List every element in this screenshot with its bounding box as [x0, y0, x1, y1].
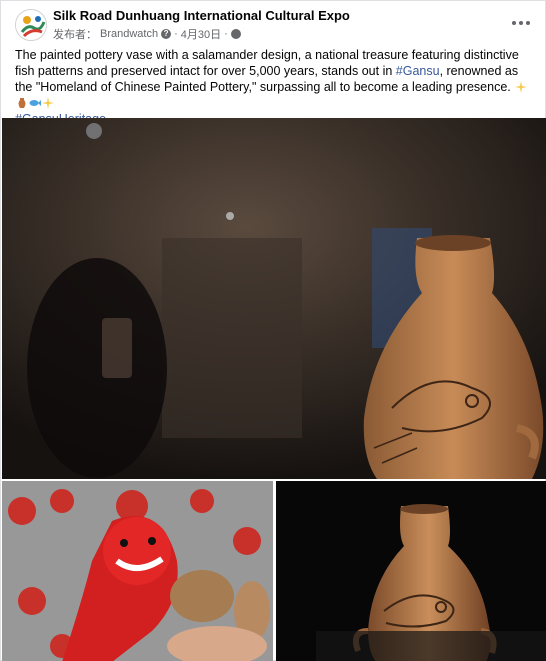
publisher-name[interactable]: Brandwatch [100, 28, 158, 40]
meta-separator: · [174, 28, 178, 40]
more-dot-icon [526, 21, 530, 25]
page-avatar[interactable] [15, 9, 47, 41]
more-options-button[interactable] [509, 13, 533, 33]
post-meta: 发布者： Brandwatch ? · 4月30日 · [53, 26, 241, 42]
more-dot-icon [519, 21, 523, 25]
pottery-vase-closeup-photo [276, 481, 546, 661]
info-icon[interactable]: ? [161, 29, 172, 39]
pottery-vase-photo [2, 118, 546, 479]
hashtag-gansu[interactable]: #Gansu [396, 64, 440, 78]
facebook-post-card: Silk Road Dunhuang International Cultura… [0, 0, 546, 661]
post-image-bottom-right[interactable] [276, 481, 546, 661]
post-date[interactable]: 4月30日 [181, 26, 221, 42]
meta-separator-2: · [224, 28, 228, 40]
red-mascot-photo [2, 481, 273, 661]
expo-logo-icon [16, 10, 46, 40]
amphora-emoji-icon [18, 98, 26, 108]
more-dot-icon [512, 21, 516, 25]
page-name-link[interactable]: Silk Road Dunhuang International Cultura… [53, 8, 350, 23]
sparkles-emoji-icon [515, 81, 528, 93]
publisher-label: 发布者： [53, 29, 97, 41]
globe-icon [230, 29, 241, 39]
sparkles-emoji-icon [42, 97, 54, 109]
post-body-text: The painted pottery vase with a salamand… [15, 47, 535, 127]
fish-emoji-icon [29, 100, 41, 106]
post-image-bottom-left[interactable] [2, 481, 273, 661]
post-image-main[interactable] [2, 118, 546, 479]
post-header: Silk Road Dunhuang International Cultura… [1, 1, 546, 45]
